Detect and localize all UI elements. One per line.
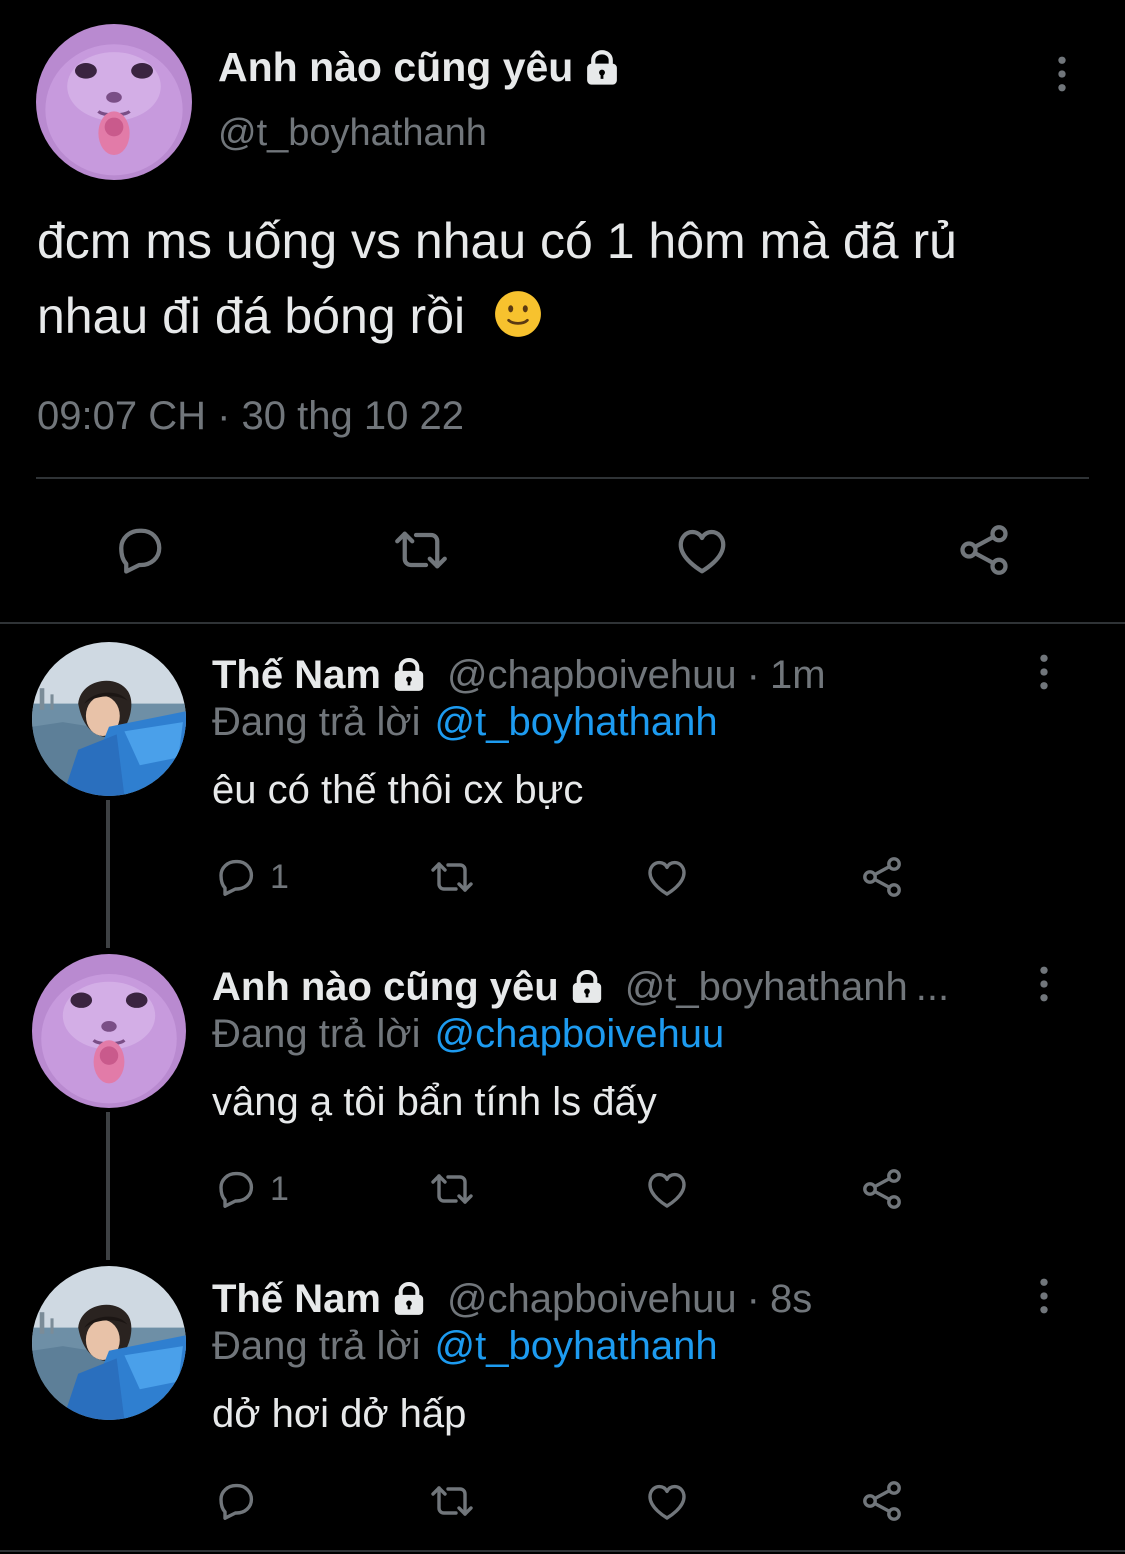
more-icon[interactable]: [1022, 1274, 1066, 1318]
divider: [0, 622, 1125, 624]
cat-avatar-image: [32, 954, 186, 1108]
reply-count: 1: [270, 1169, 289, 1208]
retweet-action[interactable]: [428, 1476, 476, 1526]
author-name[interactable]: Thế Nam: [212, 653, 381, 698]
replying-to: Đang trả lời @chapboivehuu: [212, 1012, 724, 1057]
retweet-icon[interactable]: [428, 1477, 476, 1525]
reply-icon[interactable]: [212, 853, 260, 901]
reply-action[interactable]: [212, 1476, 270, 1526]
share-icon[interactable]: [858, 853, 906, 901]
tweet-text-line: đcm ms uống vs nhau có 1 hôm mà đã rủ: [37, 213, 957, 269]
like-icon[interactable]: [643, 1165, 691, 1213]
mention-link[interactable]: @t_boyhathanh: [435, 700, 718, 744]
tweet-timestamp[interactable]: 09:07 CH · 30 thg 10 22: [37, 394, 464, 439]
cat-avatar-image: [36, 24, 192, 180]
share-icon[interactable]: [858, 1477, 906, 1525]
reply-icon[interactable]: [212, 1165, 260, 1213]
separator-dot: ·: [746, 652, 760, 697]
replying-to-label: Đang trả lời: [212, 700, 421, 744]
replying-to-label: Đang trả lời: [212, 1324, 421, 1368]
reply-header: Anh nào cũng yêu @t_boyhathanh ...: [212, 962, 1012, 1012]
share-action[interactable]: [858, 1476, 906, 1526]
reply-time[interactable]: 1m: [770, 653, 826, 698]
reply-tweet[interactable]: Thế Nam @chapboivehuu · 1m Đang trả lời @…: [0, 642, 1125, 954]
replying-to-label: Đang trả lời: [212, 1012, 421, 1056]
lock-icon: [567, 967, 607, 1007]
replying-to: Đang trả lời @t_boyhathanh: [212, 1324, 718, 1369]
author-handle[interactable]: @chapboivehuu: [447, 1277, 737, 1322]
like-action[interactable]: [643, 1476, 691, 1526]
reply-text: dở hơi dở hấp: [212, 1392, 467, 1436]
like-action[interactable]: [643, 852, 691, 902]
author-name-text: Anh nào cũng yêu: [218, 44, 574, 90]
avatar[interactable]: [32, 642, 186, 796]
more-icon[interactable]: [1040, 52, 1084, 96]
avatar[interactable]: [32, 1266, 186, 1420]
retweet-icon[interactable]: [428, 853, 476, 901]
author-name[interactable]: Thế Nam: [212, 1277, 381, 1322]
retweet-action[interactable]: [428, 852, 476, 902]
lock-icon: [581, 47, 623, 89]
reply-header: Thế Nam @chapboivehuu · 1m: [212, 650, 1012, 700]
reply-tweet[interactable]: Thế Nam @chapboivehuu · 8s Đang trả lời @…: [0, 1266, 1125, 1554]
retweet-icon[interactable]: [391, 520, 451, 580]
author-handle[interactable]: @t_boyhathanh: [625, 965, 908, 1010]
retweet-action[interactable]: [428, 1164, 476, 1214]
mention-link[interactable]: @t_boyhathanh: [435, 1324, 718, 1368]
share-icon[interactable]: [954, 520, 1014, 580]
tweet-text-line: nhau đi đá bóng rồi: [37, 279, 1097, 354]
boy-avatar-image: [32, 1266, 186, 1420]
replying-to: Đang trả lời @t_boyhathanh: [212, 700, 718, 745]
reply-icon[interactable]: [110, 520, 170, 580]
reply-time[interactable]: 8s: [770, 1277, 812, 1322]
retweet-icon[interactable]: [428, 1165, 476, 1213]
slightly-smiling-emoji: [493, 285, 543, 337]
author-handle[interactable]: @chapboivehuu: [447, 653, 737, 698]
reply-header: Thế Nam @chapboivehuu · 8s: [212, 1274, 1012, 1324]
tweet-text: đcm ms uống vs nhau có 1 hôm mà đã rủ nh…: [37, 204, 1097, 354]
avatar[interactable]: [32, 954, 186, 1108]
divider: [36, 477, 1089, 479]
reply-text: êu có thế thôi cx bực: [212, 768, 584, 812]
reply-tweet[interactable]: Anh nào cũng yêu @t_boyhathanh ... Đang …: [0, 954, 1125, 1266]
more-icon[interactable]: [1022, 962, 1066, 1006]
author-handle[interactable]: @t_boyhathanh: [218, 112, 487, 155]
share-action[interactable]: [858, 852, 906, 902]
boy-avatar-image: [32, 642, 186, 796]
avatar[interactable]: [36, 24, 192, 180]
tweet-text-line-content: nhau đi đá bóng rồi: [37, 288, 466, 344]
lock-icon: [389, 655, 429, 695]
author-name[interactable]: Anh nào cũng yêu: [212, 965, 559, 1010]
share-icon[interactable]: [858, 1165, 906, 1213]
reply-text: vâng ạ tôi bẩn tính ls đấy: [212, 1080, 657, 1124]
separator-dot: ·: [746, 1276, 760, 1321]
like-icon[interactable]: [672, 520, 732, 580]
like-icon[interactable]: [643, 1477, 691, 1525]
like-icon[interactable]: [643, 853, 691, 901]
lock-icon: [389, 1279, 429, 1319]
truncation-ellipsis: ...: [915, 964, 950, 1009]
mention-link[interactable]: @chapboivehuu: [435, 1012, 725, 1056]
reply-action[interactable]: 1: [212, 852, 289, 902]
reply-action[interactable]: 1: [212, 1164, 289, 1214]
share-action[interactable]: [858, 1164, 906, 1214]
author-name[interactable]: Anh nào cũng yêu: [218, 44, 623, 91]
like-action[interactable]: [643, 1164, 691, 1214]
more-icon[interactable]: [1022, 650, 1066, 694]
divider: [0, 1550, 1125, 1552]
main-tweet: Anh nào cũng yêu @t_boyhathanh đcm ms uố…: [0, 0, 1125, 620]
reply-icon[interactable]: [212, 1477, 260, 1525]
reply-count: 1: [270, 857, 289, 896]
